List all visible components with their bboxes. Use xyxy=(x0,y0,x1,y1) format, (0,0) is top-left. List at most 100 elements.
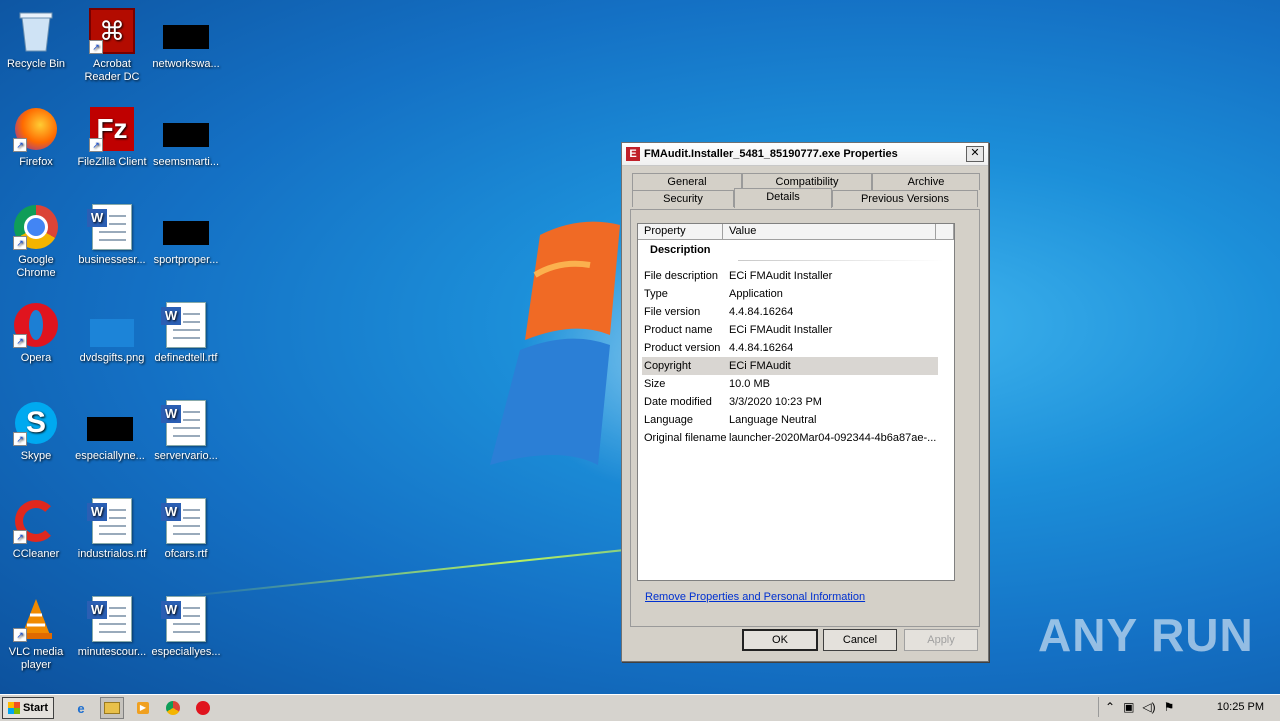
row-value: ECi FMAudit Installer xyxy=(729,324,833,336)
show-hidden-icons-icon[interactable]: ⌃ xyxy=(1105,700,1115,714)
desktop-icon-vlc[interactable]: ↗ VLC media player xyxy=(0,596,74,672)
remove-properties-link[interactable]: Remove Properties and Personal Informati… xyxy=(645,591,865,603)
redacted-file-icon xyxy=(163,204,209,250)
apply-button[interactable]: Apply xyxy=(904,629,978,651)
ok-button[interactable]: OK xyxy=(742,629,818,651)
detail-row[interactable]: File description ECi FMAudit Installer xyxy=(642,267,938,285)
desktop-icon-recycle-bin[interactable]: Recycle Bin xyxy=(0,8,74,71)
listview-header: Property Value xyxy=(638,224,954,240)
desktop-icon-skype[interactable]: S ↗ Skype xyxy=(0,400,74,463)
detail-row[interactable]: Language Language Neutral xyxy=(642,411,938,429)
dialog-titlebar[interactable]: E FMAudit.Installer_5481_85190777.exe Pr… xyxy=(622,143,988,166)
desktop-icon-minutescour[interactable]: W minutescour... xyxy=(74,596,150,659)
chrome-taskbar-icon[interactable] xyxy=(162,698,184,718)
row-property: Size xyxy=(644,378,666,390)
desktop-icon-especiallyes[interactable]: W especiallyes... xyxy=(148,596,224,659)
internet-explorer-icon[interactable]: e xyxy=(70,698,92,718)
desktop-icon-label: especiallyes... xyxy=(151,646,221,658)
skype-icon: S ↗ xyxy=(13,400,59,446)
desktop-icon-label: networkswa... xyxy=(152,58,220,70)
desktop-icon-businessesr[interactable]: W businessesr... xyxy=(74,204,150,267)
detail-row[interactable]: Original filename launcher-2020Mar04-0923… xyxy=(642,429,938,447)
desktop-icon-chrome[interactable]: ↗ Google Chrome xyxy=(0,204,74,280)
acrobat-icon: ⌘ ↗ xyxy=(89,8,135,54)
ccleaner-icon: ↗ xyxy=(13,498,59,544)
tab-archive[interactable]: Archive xyxy=(872,173,980,190)
word-document-icon: W xyxy=(161,596,209,642)
section-divider xyxy=(738,260,944,261)
desktop-icon-label: seemsmarti... xyxy=(152,156,219,168)
desktop-icon-label: FileZilla Client xyxy=(77,156,147,168)
desktop-icon-especiallyne[interactable]: especiallyne... xyxy=(72,400,148,463)
desktop-icon-seemsmarti[interactable]: seemsmarti... xyxy=(148,106,224,169)
section-heading: Description xyxy=(650,244,711,256)
action-center-flag-icon[interactable]: ⚑ xyxy=(1164,700,1175,714)
desktop-icon-label: especiallyne... xyxy=(75,450,145,462)
desktop-icon-label: dvdsgifts.png xyxy=(79,352,145,364)
volume-icon[interactable]: ◁) xyxy=(1142,700,1155,714)
desktop-icon-filezilla[interactable]: Fz ↗ FileZilla Client xyxy=(74,106,150,169)
detail-row[interactable]: File version 4.4.84.16264 xyxy=(642,303,938,321)
anyrun-watermark: ANY RUN xyxy=(1038,609,1254,661)
desktop-icon-opera[interactable]: ↗ Opera xyxy=(0,302,74,365)
tab-general[interactable]: General xyxy=(632,173,742,190)
column-header-value[interactable]: Value xyxy=(723,224,936,239)
listview-rows: File description ECi FMAudit Installer Ty… xyxy=(638,267,954,447)
start-button[interactable]: Start xyxy=(2,697,54,719)
file-explorer-icon[interactable] xyxy=(100,697,124,719)
row-value: Application xyxy=(729,288,783,300)
detail-row[interactable]: Product version 4.4.84.16264 xyxy=(642,339,938,357)
desktop-icon-dvdsgifts[interactable]: dvdsgifts.png xyxy=(74,302,150,365)
image-file-icon xyxy=(89,302,135,348)
desktop-icon-acrobat[interactable]: ⌘ ↗ Acrobat Reader DC xyxy=(74,8,150,84)
desktop-icon-sportproper[interactable]: sportproper... xyxy=(148,204,224,267)
detail-row[interactable]: Date modified 3/3/2020 10:23 PM xyxy=(642,393,938,411)
desktop-icon-label: CCleaner xyxy=(12,548,60,560)
desktop-icon-networkswa[interactable]: networkswa... xyxy=(148,8,224,71)
start-label: Start xyxy=(22,702,49,714)
tab-row-2: Security Details Previous Versions xyxy=(632,188,978,208)
row-value: Language Neutral xyxy=(729,414,817,426)
desktop-icon-ofcars[interactable]: W ofcars.rtf xyxy=(148,498,224,561)
filezilla-icon: Fz ↗ xyxy=(89,106,135,152)
cancel-button[interactable]: Cancel xyxy=(823,629,897,651)
row-value: 4.4.84.16264 xyxy=(729,306,794,318)
desktop-icon-label: Opera xyxy=(20,352,52,364)
taskbar-clock[interactable]: 10:25 PM xyxy=(1217,701,1264,713)
column-header-property[interactable]: Property xyxy=(638,224,723,239)
tab-security[interactable]: Security xyxy=(632,190,734,207)
shortcut-arrow-icon: ↗ xyxy=(89,40,103,54)
detail-row[interactable]: Product name ECi FMAudit Installer xyxy=(642,321,938,339)
row-property: Type xyxy=(644,288,668,300)
tab-details[interactable]: Details xyxy=(734,188,832,208)
shortcut-arrow-icon: ↗ xyxy=(89,138,103,152)
row-value: launcher-2020Mar04-092344-4b6a87ae-... xyxy=(729,432,937,444)
dialog-title: FMAudit.Installer_5481_85190777.exe Prop… xyxy=(644,148,898,160)
row-value: 4.4.84.16264 xyxy=(729,342,794,354)
word-document-icon: W xyxy=(87,498,135,544)
desktop-icon-firefox[interactable]: ↗ Firefox xyxy=(0,106,74,169)
detail-row[interactable]: Type Application xyxy=(642,285,938,303)
desktop-icon-definedtell[interactable]: W definedtell.rtf xyxy=(148,302,224,365)
shortcut-arrow-icon: ↗ xyxy=(13,138,27,152)
desktop-icon-ccleaner[interactable]: ↗ CCleaner xyxy=(0,498,74,561)
desktop-icon-servervario[interactable]: W servervario... xyxy=(148,400,224,463)
opera-taskbar-icon[interactable] xyxy=(192,698,214,718)
desktop-icon-label: minutescour... xyxy=(77,646,147,658)
details-listview[interactable]: Property Value Description File descript… xyxy=(637,223,955,581)
network-icon[interactable]: ▣ xyxy=(1123,700,1134,714)
shortcut-arrow-icon: ↗ xyxy=(13,628,27,642)
close-button[interactable]: ✕ xyxy=(966,146,984,162)
desktop-icon-industrialos[interactable]: W industrialos.rtf xyxy=(74,498,150,561)
tab-previous-versions[interactable]: Previous Versions xyxy=(832,190,978,207)
row-property: Product name xyxy=(644,324,713,336)
shortcut-arrow-icon: ↗ xyxy=(13,530,27,544)
media-player-icon[interactable]: ▶ xyxy=(132,698,154,718)
detail-row-selected[interactable]: Copyright ECi FMAudit xyxy=(642,357,938,375)
windows-flag-icon xyxy=(7,702,20,714)
system-tray: ⌃ ▣ ◁) ⚑ 10:25 PM xyxy=(1098,697,1280,717)
word-document-icon: W xyxy=(161,302,209,348)
row-property: Original filename xyxy=(644,432,727,444)
detail-row[interactable]: Size 10.0 MB xyxy=(642,375,938,393)
desktop-icon-label: VLC media player xyxy=(8,646,64,671)
